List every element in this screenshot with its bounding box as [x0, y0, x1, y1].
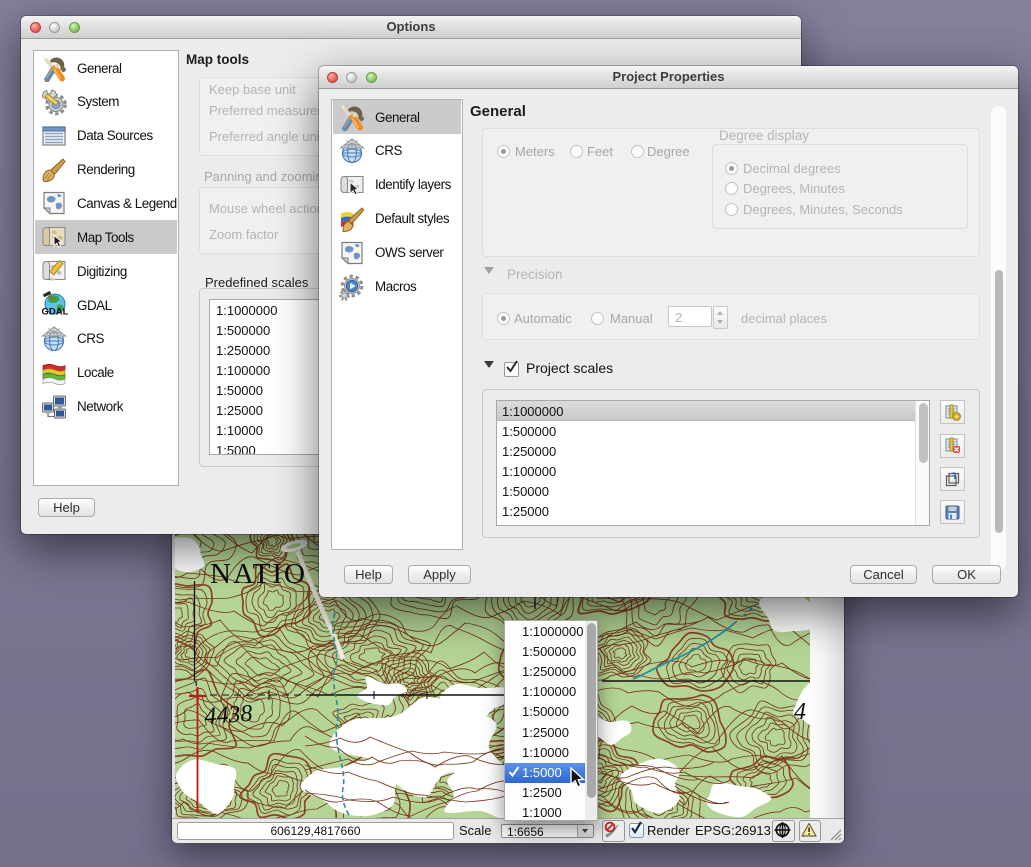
svg-text:GDAL: GDAL — [42, 307, 69, 318]
svg-text:NATIO: NATIO — [210, 558, 307, 590]
svg-text:4438: 4438 — [204, 701, 254, 730]
svg-text:4: 4 — [794, 699, 806, 725]
